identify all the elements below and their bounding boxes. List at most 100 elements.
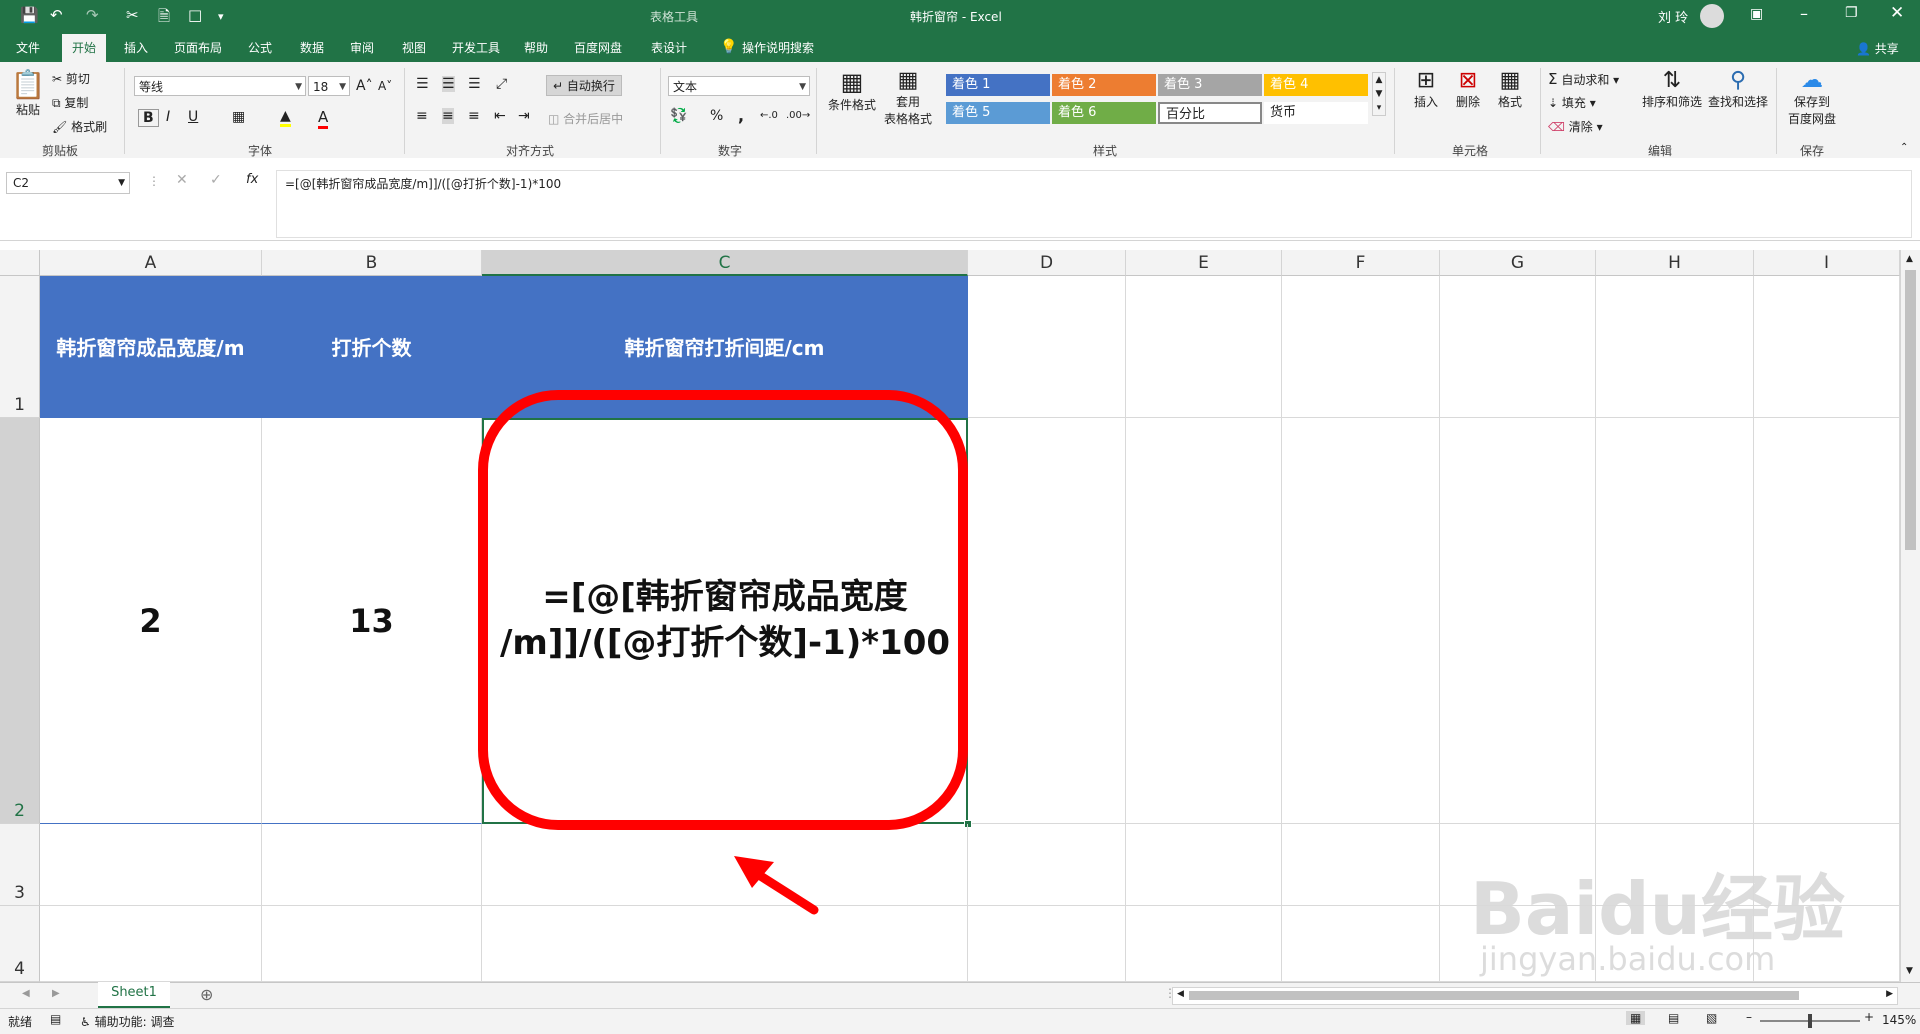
style-accent-5[interactable]: 着色 5 [946,102,1050,124]
name-box[interactable]: C2 ▼ [6,172,130,194]
increase-decimal-icon[interactable]: ←.0 [760,110,778,121]
next-sheet-icon[interactable]: ▶ [52,988,60,999]
style-accent-2[interactable]: 着色 2 [1052,74,1156,96]
cell-f3[interactable] [1282,824,1440,906]
cell-d1[interactable] [968,276,1126,418]
style-accent-4[interactable]: 着色 4 [1264,74,1368,96]
cell-f4[interactable] [1282,906,1440,982]
align-left-icon[interactable]: ≡ [416,108,428,124]
vertical-scroll-thumb[interactable] [1905,270,1916,550]
close-icon[interactable]: ✕ [1890,3,1904,23]
fill-button[interactable]: ⇣ 填充 ▾ [1548,94,1596,111]
tab-home[interactable]: 开始 [62,34,106,62]
delete-cells-button[interactable]: ⊠ 删除 [1448,68,1488,110]
tab-formulas[interactable]: 公式 [238,34,282,62]
paste-button[interactable]: 📋 粘贴 [10,68,46,118]
ribbon-display-icon[interactable]: ▣ [1750,6,1763,22]
cell-a4[interactable] [40,906,262,982]
decrease-indent-icon[interactable]: ⇤ [494,108,506,124]
cell-h1[interactable] [1596,276,1754,418]
zoom-out-icon[interactable]: – [1746,1010,1752,1024]
enter-formula-icon[interactable]: ✓ [210,172,222,188]
add-sheet-icon[interactable]: ⊕ [200,985,213,1004]
user-name[interactable]: 刘 玲 [1658,7,1688,26]
zoom-level[interactable]: 145% [1882,1013,1916,1027]
row-header-4[interactable]: 4 [0,906,40,982]
tab-developer[interactable]: 开发工具 [444,34,508,62]
column-header-f[interactable]: F [1282,250,1440,276]
scroll-up-icon[interactable]: ▲ [1906,254,1913,264]
accounting-format-icon[interactable]: 💱 [670,108,687,124]
redo-icon[interactable]: ↷ [86,6,99,24]
cell-g1[interactable] [1440,276,1596,418]
cell-e2[interactable] [1126,418,1282,824]
tab-view[interactable]: 视图 [392,34,436,62]
style-accent-6[interactable]: 着色 6 [1052,102,1156,124]
scroll-left-icon[interactable]: ◀ [1177,989,1184,999]
cell-f2[interactable] [1282,418,1440,824]
orientation-icon[interactable]: ⤢ [496,76,507,92]
tab-data[interactable]: 数据 [290,34,334,62]
cell-a3[interactable] [40,824,262,906]
table-header-count[interactable]: 打折个数 [262,276,482,418]
number-format-select[interactable]: 文本 ▼ [668,76,810,96]
insert-function-button[interactable]: fx [246,172,258,187]
cell-a2[interactable]: 2 [40,418,262,824]
cancel-formula-icon[interactable]: ✕ [176,172,188,188]
cell-c3[interactable] [482,824,968,906]
conditional-format-button[interactable]: ▦ 条件格式 [822,68,882,113]
tab-insert[interactable]: 插入 [114,34,158,62]
column-header-g[interactable]: G [1440,250,1596,276]
save-icon[interactable]: 💾 [20,6,39,24]
column-header-d[interactable]: D [968,250,1126,276]
cell-h2[interactable] [1596,418,1754,824]
avatar[interactable] [1700,4,1724,28]
decrease-decimal-icon[interactable]: .00→ [786,110,810,121]
row-header-3[interactable]: 3 [0,824,40,906]
collapse-ribbon-icon[interactable]: ⌃ [1900,142,1908,153]
tab-file[interactable]: 文件 [6,34,50,62]
select-all-corner[interactable] [0,250,40,276]
autosum-button[interactable]: Σ 自动求和 ▾ [1548,70,1619,88]
tell-me-search[interactable]: 操作说明搜索 [742,34,838,62]
find-select-button[interactable]: ⚲ 查找和选择 [1706,68,1770,110]
font-name-select[interactable]: 等线 ▼ [134,76,306,96]
align-center-icon[interactable]: ≡ [442,108,454,124]
customize-qat-icon[interactable]: ▾ [218,10,224,23]
tab-page-layout[interactable]: 页面布局 [166,34,230,62]
format-painter-button[interactable]: 🖌 格式刷 [52,118,107,135]
column-header-e[interactable]: E [1126,250,1282,276]
grow-font-icon[interactable]: A˄ [356,78,373,94]
vertical-scrollbar[interactable]: ▲ ▼ [1900,250,1920,982]
align-top-icon[interactable]: ☰ [416,76,429,92]
cell-b2[interactable]: 13 [262,418,482,824]
cell-e3[interactable] [1126,824,1282,906]
table-header-width[interactable]: 韩折窗帘成品宽度/m [40,276,262,418]
formula-input[interactable]: =[@[韩折窗帘成品宽度/m]]/([@打折个数]-1)*100 [276,170,1912,238]
column-header-a[interactable]: A [40,250,262,276]
cell-f1[interactable] [1282,276,1440,418]
share-button[interactable]: 👤 共享 [1856,40,1899,57]
style-accent-3[interactable]: 着色 3 [1158,74,1262,96]
styles-scroll-icon[interactable]: ▲ ▼ ▾ [1372,72,1386,116]
tab-help[interactable]: 帮助 [514,34,558,62]
scroll-down-icon[interactable]: ▼ [1906,966,1913,976]
scroll-right-icon[interactable]: ▶ [1886,989,1893,999]
style-accent-1[interactable]: 着色 1 [946,74,1050,96]
normal-view-icon[interactable]: ▦ [1626,1011,1646,1025]
horizontal-scrollbar[interactable]: ◀ ▶ [1172,987,1898,1005]
undo-icon[interactable]: ↶ [50,6,63,24]
clear-button[interactable]: ⌫ 清除 ▾ [1548,118,1603,135]
accessibility-status[interactable]: ♿ 辅助功能: 调查 [80,1013,174,1030]
font-color-icon[interactable]: A [318,108,329,129]
cell-i1[interactable] [1754,276,1900,418]
zoom-slider-thumb[interactable] [1808,1014,1812,1028]
cut-icon[interactable]: ✂ [126,6,139,24]
column-header-c[interactable]: C [482,250,968,276]
style-currency[interactable]: 货币 [1264,102,1368,124]
fill-color-icon[interactable]: ▲ [280,108,291,127]
row-header-2[interactable]: 2 [0,418,40,824]
merge-center-button[interactable]: ◫ 合并后居中 [548,110,623,127]
cell-e4[interactable] [1126,906,1282,982]
copy-button[interactable]: ⧉ 复制 [52,94,88,111]
